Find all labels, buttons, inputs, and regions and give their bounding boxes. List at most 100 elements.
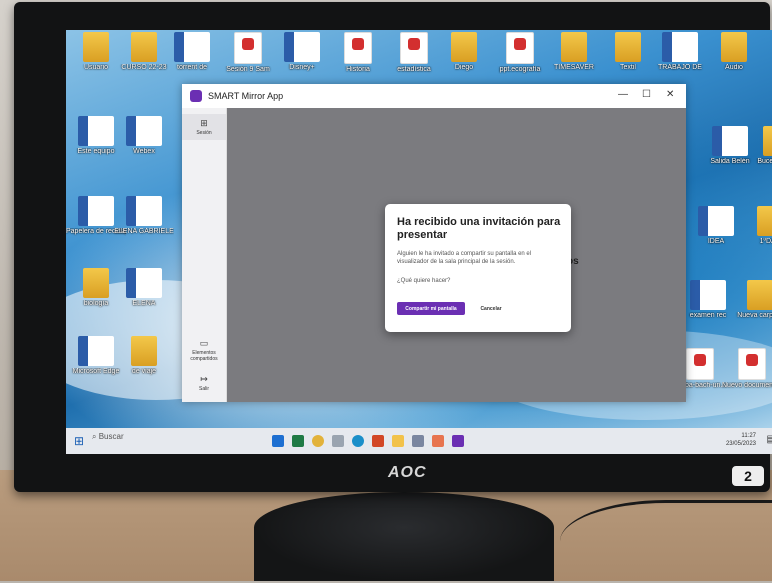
chrome-icon[interactable] (312, 435, 324, 447)
sidebar-shared-label: Elementos compartidos (190, 350, 218, 362)
file-explorer-icon[interactable] (392, 435, 404, 447)
desktop-icon[interactable]: Audio (704, 32, 764, 72)
dialog-body: Alguien le ha invitado a compartir su pa… (397, 251, 532, 265)
desktop-screen: Usuario CURSO 22-23 torrent de Sesión 9 Sam… (66, 30, 772, 454)
desktop-icon-label: ppt.ecografía (499, 66, 541, 73)
exit-icon: ↦ (200, 374, 208, 384)
desktop-icon-label: IDEA (707, 238, 725, 245)
close-button[interactable]: ✕ (666, 89, 674, 100)
settings-icon[interactable] (412, 435, 424, 447)
minimize-button[interactable]: — (618, 89, 628, 100)
monitor: Usuario CURSO 22-23 torrent de Sesión 9 Sam… (14, 2, 772, 492)
monitor-sticker: 2 (732, 466, 764, 486)
window-title: SMART Mirror App (208, 91, 284, 101)
smart-mirror-window: SMART Mirror App — ☐ ✕ ⊞ Sesión ▭ Elemen… (182, 84, 686, 402)
word-file-icon (78, 116, 114, 146)
sidebar-item-exit[interactable]: ↦ Salir (182, 374, 226, 392)
smart-mirror-taskbar-icon[interactable] (452, 435, 464, 447)
desktop-icon-label: Nuevo documento... (722, 382, 772, 389)
desktop-icon-label: Diego (454, 64, 474, 71)
desktop-icon-label: TRABAJO DE (658, 64, 702, 71)
share-screen-button[interactable]: Compartir mi pantalla (397, 302, 465, 315)
desktop-icon[interactable]: Buceador_c (746, 126, 772, 166)
word-file-icon (126, 196, 162, 226)
desktop-icon[interactable]: IDEA (686, 206, 746, 246)
word-file-icon (126, 116, 162, 146)
taskbar-search[interactable]: ⌕ Buscar (92, 432, 242, 450)
word-file-icon (662, 32, 698, 62)
folder-file-icon (757, 206, 772, 236)
desktop-icon-label: 1ºDAS (759, 238, 772, 245)
word-file-icon (284, 32, 320, 62)
word-file-icon (78, 196, 114, 226)
tray-time: 11:27 (741, 433, 756, 439)
folder-file-icon (83, 32, 109, 62)
maximize-button[interactable]: ☐ (642, 89, 651, 100)
paint-icon[interactable] (432, 435, 444, 447)
word-file-icon (690, 280, 726, 310)
desktop-icon[interactable]: Historia (328, 32, 388, 74)
word-file-icon (698, 206, 734, 236)
desktop-icon[interactable]: examen rec (678, 280, 738, 320)
desktop-icon[interactable]: Disney+ (272, 32, 332, 72)
search-placeholder: Buscar (98, 432, 124, 441)
desktop-icon-label: ELENA (132, 300, 156, 307)
word-file-icon (78, 336, 114, 366)
desktop-icon[interactable]: ppt.ecografía (490, 32, 550, 74)
excel-icon[interactable] (292, 435, 304, 447)
start-icon[interactable]: ⊞ (74, 434, 84, 448)
monitor-brand-logo: AOC (388, 464, 427, 481)
word-file-icon (712, 126, 748, 156)
desktop-icon[interactable]: Textil (598, 32, 658, 72)
desktop-icon-label: Audio (725, 64, 743, 71)
desktop-icon[interactable]: ELENA GABRIELE (114, 196, 174, 236)
desktop-icon[interactable]: Sesión 9 Sam (218, 32, 278, 74)
desktop-icon-label: Nueva carpeta (737, 312, 772, 319)
window-titlebar: SMART Mirror App — ☐ ✕ (182, 84, 686, 108)
desktop-icon[interactable]: Webex (114, 116, 174, 156)
desktop-icon-label: Historia (346, 66, 370, 73)
desktop-icon-label: Textil (620, 64, 636, 71)
folder-file-icon (451, 32, 477, 62)
folder-file-icon (763, 126, 772, 156)
pdf-file-icon (686, 348, 714, 380)
taskbar: ⊞ ⌕ Buscar 11:27 23/05/2023 ▤ (66, 428, 772, 454)
folder-file-icon (131, 32, 157, 62)
outlook-icon[interactable] (272, 435, 284, 447)
folder-file-icon (83, 268, 109, 298)
desktop-icon[interactable]: TIMESAVER (544, 32, 604, 72)
monitor-stand (254, 492, 554, 581)
desktop-icon-label: torrent de (177, 64, 207, 71)
cable (560, 500, 772, 583)
desktop-icon[interactable]: TRABAJO DE (650, 32, 710, 72)
desktop-icon-label: Buceador_c (757, 158, 772, 165)
notifications-icon[interactable]: ▤ (767, 434, 772, 445)
edge-icon[interactable] (352, 435, 364, 447)
desktop-icon[interactable]: Nueva carpeta (730, 280, 772, 320)
powerpoint-icon[interactable] (372, 435, 384, 447)
desktop-icon-label: TIMESAVER (554, 64, 594, 71)
desktop-icon[interactable]: de viaje (114, 336, 174, 376)
desktop-icon-label: Sesión 9 Sam (226, 66, 270, 73)
desktop-icon[interactable]: Nuevo documento... (722, 348, 772, 390)
dialog-title: Ha recibido una invitación para presenta… (397, 216, 561, 241)
folder-file-icon (561, 32, 587, 62)
desktop-icon-label: Webex (133, 148, 155, 155)
desktop-icon[interactable]: 1ºDAS (740, 206, 772, 246)
desktop-icon[interactable]: Diego (434, 32, 494, 72)
sidebar-session-label: Sesión (196, 130, 212, 136)
pdf-file-icon (506, 32, 534, 64)
chat-icon[interactable] (332, 435, 344, 447)
desktop-icon-label: ELENA GABRIELE (114, 228, 174, 235)
folder-file-icon (615, 32, 641, 62)
sidebar-item-session[interactable]: ⊞ Sesión (182, 114, 226, 140)
desktop-icon[interactable]: torrent de (162, 32, 222, 72)
word-file-icon (174, 32, 210, 62)
dialog-question: ¿Qué quiere hacer? (397, 278, 451, 284)
sidebar-item-shared[interactable]: ▭ Elementos compartidos (182, 338, 226, 362)
session-icon: ⊞ (200, 118, 208, 128)
cancel-button[interactable]: Cancelar (471, 302, 511, 315)
system-tray-clock[interactable]: 11:27 23/05/2023 (726, 432, 756, 448)
desktop-icon-label: Disney+ (289, 64, 315, 71)
desktop-icon[interactable]: ELENA (114, 268, 174, 308)
